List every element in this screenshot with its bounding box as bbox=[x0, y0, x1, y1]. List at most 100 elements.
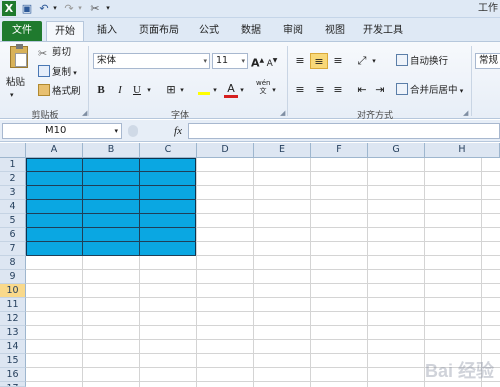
name-box-resizer[interactable] bbox=[128, 125, 138, 137]
align-right-button[interactable]: ≡ bbox=[330, 82, 346, 98]
bold-button[interactable]: B bbox=[95, 82, 107, 98]
font-size-select[interactable]: 11 ▾ bbox=[212, 53, 248, 69]
tab-formulas[interactable]: 公式 bbox=[192, 21, 226, 41]
font-name-select[interactable]: 宋体 ▾ bbox=[93, 53, 210, 69]
number-format-value: 常规 bbox=[479, 55, 499, 66]
phonetic-dropdown-icon[interactable]: ▾ bbox=[270, 82, 278, 98]
undo-icon[interactable]: ↶ bbox=[37, 1, 51, 16]
italic-button[interactable]: I bbox=[114, 82, 126, 98]
quick-access-dropdown-icon[interactable]: ▾ bbox=[104, 1, 112, 16]
row-header-16[interactable]: 16 bbox=[0, 368, 26, 382]
tab-page-layout[interactable]: 页面布局 bbox=[132, 21, 186, 41]
row-header-7[interactable]: 7 bbox=[0, 242, 26, 256]
tab-review[interactable]: 审阅 bbox=[276, 21, 310, 41]
tab-home[interactable]: 开始 bbox=[46, 21, 84, 41]
align-left-button[interactable]: ≡ bbox=[292, 82, 308, 98]
paste-label[interactable]: 粘贴 bbox=[6, 76, 25, 90]
row-header-13[interactable]: 13 bbox=[0, 326, 26, 340]
align-bottom-icon: ≡ bbox=[333, 54, 343, 67]
align-left-icon: ≡ bbox=[295, 83, 305, 96]
column-header-c[interactable]: C bbox=[140, 143, 197, 158]
align-middle-button[interactable]: ≡ bbox=[310, 53, 328, 69]
font-color-button[interactable]: A bbox=[224, 82, 238, 98]
copy-button[interactable]: 复制 ▾ bbox=[38, 65, 77, 80]
phonetic-guide-button[interactable]: wén 文 bbox=[256, 79, 270, 95]
column-header-a[interactable]: A bbox=[26, 143, 83, 158]
align-right-icon: ≡ bbox=[333, 83, 343, 96]
align-top-button[interactable]: ≡ bbox=[292, 53, 308, 69]
alignment-launcher-icon[interactable]: ◢ bbox=[463, 109, 468, 117]
grow-font-button[interactable]: A▲ bbox=[251, 53, 264, 70]
row-header-17[interactable]: 17 bbox=[0, 382, 26, 387]
merge-cells-icon bbox=[396, 83, 408, 95]
merge-center-label: 合并后居中 bbox=[410, 85, 458, 96]
row-header-10[interactable]: 10 bbox=[0, 284, 26, 298]
tab-view[interactable]: 视图 bbox=[318, 21, 352, 41]
row-header-6[interactable]: 6 bbox=[0, 228, 26, 242]
clipboard-launcher-icon[interactable]: ◢ bbox=[82, 109, 87, 117]
row-header-15[interactable]: 15 bbox=[0, 354, 26, 368]
ribbon: 粘贴 ▾ ✂ 剪切 复制 ▾ 格式刷 剪贴板 ◢ 宋体 ▾ 11 ▾ A▲ A▼ B … bbox=[0, 41, 500, 121]
orientation-dropdown-icon[interactable]: ▾ bbox=[370, 53, 378, 69]
column-header-e[interactable]: E bbox=[254, 143, 311, 158]
column-header-f[interactable]: F bbox=[311, 143, 368, 158]
save-icon[interactable]: ▣ bbox=[20, 1, 34, 16]
format-painter-label: 格式刷 bbox=[52, 86, 81, 97]
row-header-1[interactable]: 1 bbox=[0, 158, 26, 172]
font-launcher-icon[interactable]: ◢ bbox=[280, 109, 285, 117]
align-center-button[interactable]: ≡ bbox=[312, 82, 328, 98]
row-header-9[interactable]: 9 bbox=[0, 270, 26, 284]
formula-input[interactable] bbox=[188, 123, 500, 139]
column-header-g[interactable]: G bbox=[368, 143, 425, 158]
excel-logo-icon[interactable]: X bbox=[2, 1, 16, 16]
wrap-text-button[interactable]: 自动换行 bbox=[396, 54, 448, 69]
row-header-2[interactable]: 2 bbox=[0, 172, 26, 186]
tab-data[interactable]: 数据 bbox=[234, 21, 268, 41]
group-divider bbox=[471, 46, 472, 116]
column-header-b[interactable]: B bbox=[83, 143, 140, 158]
row-header-5[interactable]: 5 bbox=[0, 214, 26, 228]
tab-developer[interactable]: 开发工具 bbox=[358, 21, 408, 41]
formula-bar: M10 ▾ fx bbox=[0, 120, 500, 142]
cut-button[interactable]: ✂ 剪切 bbox=[38, 46, 71, 60]
custom-tool-icon[interactable]: ✂ bbox=[88, 1, 102, 16]
row-header-3[interactable]: 3 bbox=[0, 186, 26, 200]
underline-dropdown-icon[interactable]: ▾ bbox=[145, 82, 153, 98]
paste-dropdown-icon[interactable]: ▾ bbox=[10, 88, 14, 102]
merge-center-button[interactable]: 合并后居中 ▾ bbox=[396, 83, 463, 98]
align-top-icon: ≡ bbox=[295, 54, 305, 67]
increase-indent-icon: ⇥ bbox=[375, 83, 385, 96]
row-header-4[interactable]: 4 bbox=[0, 200, 26, 214]
shrink-font-button[interactable]: A▼ bbox=[266, 53, 278, 69]
name-box[interactable]: M10 ▾ bbox=[2, 123, 122, 139]
font-color-dropdown-icon[interactable]: ▾ bbox=[238, 82, 246, 98]
borders-dropdown-icon[interactable]: ▾ bbox=[178, 82, 186, 98]
underline-button[interactable]: U bbox=[131, 82, 143, 98]
watermark: Bai 经验 bbox=[424, 361, 494, 381]
decrease-indent-button[interactable]: ⇤ bbox=[354, 82, 370, 98]
number-format-select[interactable]: 常规 bbox=[475, 53, 500, 69]
column-header-h[interactable]: H bbox=[425, 143, 500, 158]
column-header-d[interactable]: D bbox=[197, 143, 254, 158]
tab-insert[interactable]: 插入 bbox=[90, 21, 124, 41]
fill-color-dropdown-icon[interactable]: ▾ bbox=[211, 82, 219, 98]
copy-icon bbox=[38, 65, 50, 77]
paintbrush-icon bbox=[38, 84, 50, 96]
tab-file[interactable]: 文件 bbox=[2, 21, 42, 41]
row-header-8[interactable]: 8 bbox=[0, 256, 26, 270]
borders-button[interactable]: ⊞ bbox=[164, 82, 178, 98]
undo-dropdown-icon[interactable]: ▾ bbox=[51, 1, 59, 16]
row-header-11[interactable]: 11 bbox=[0, 298, 26, 312]
redo-dropdown-icon[interactable]: ▾ bbox=[76, 1, 84, 16]
format-painter-button[interactable]: 格式刷 bbox=[38, 84, 81, 99]
row-header-14[interactable]: 14 bbox=[0, 340, 26, 354]
increase-indent-button[interactable]: ⇥ bbox=[372, 82, 388, 98]
orientation-button[interactable]: ⤢ bbox=[354, 53, 370, 69]
paste-button[interactable] bbox=[6, 44, 32, 80]
redo-icon[interactable]: ↷ bbox=[62, 1, 76, 16]
row-header-12[interactable]: 12 bbox=[0, 312, 26, 326]
fill-color-button[interactable] bbox=[197, 82, 211, 98]
select-all-corner[interactable] bbox=[0, 143, 26, 158]
insert-function-button[interactable]: fx bbox=[170, 123, 186, 139]
align-bottom-button[interactable]: ≡ bbox=[330, 53, 346, 69]
